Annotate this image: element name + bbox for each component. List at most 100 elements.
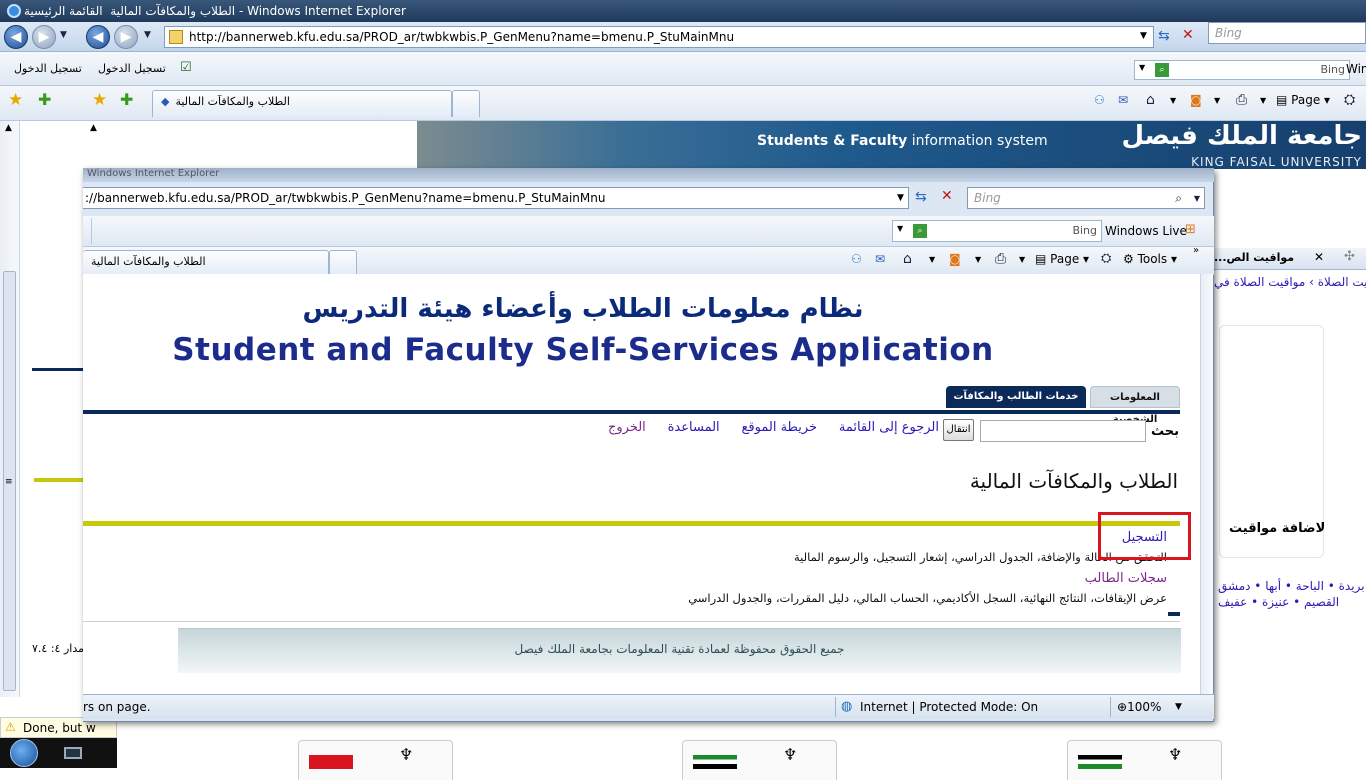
- right-tab-title[interactable]: ...مواقيت الص: [1214, 251, 1294, 264]
- inner-address-bar[interactable]: ://bannerweb.kfu.edu.sa/PROD_ar/twbkwbis…: [83, 187, 909, 209]
- zoom-control[interactable]: ⊕100%: [1117, 695, 1161, 719]
- menu-link-student-records[interactable]: سجلات الطالب: [1085, 571, 1167, 586]
- refresh-icon[interactable]: ⇆: [1158, 28, 1170, 44]
- live-search-box[interactable]: ▼ ⌕ Bing: [1134, 60, 1350, 80]
- rss-icon[interactable]: ◙: [949, 252, 961, 266]
- menu-desc-registration: التحقق من الحالة والإضافة، الجدول الدراس…: [793, 550, 1167, 564]
- feeds-icon[interactable]: ⚇: [851, 252, 862, 266]
- close-tab-icon[interactable]: ✕: [1314, 250, 1324, 264]
- show-desktop-icon[interactable]: [64, 747, 82, 759]
- dropdown-icon[interactable]: ▼: [897, 224, 903, 233]
- rss-dropdown-icon[interactable]: ▼: [1214, 96, 1220, 105]
- history-dropdown-icon[interactable]: ▼: [60, 30, 67, 40]
- windows-live-label[interactable]: Windows Live: [1105, 224, 1187, 238]
- home-dropdown-icon[interactable]: ▼: [1170, 96, 1176, 105]
- home-icon[interactable]: ⌂: [1146, 92, 1155, 108]
- chevron-more-icon[interactable]: »: [1193, 245, 1199, 256]
- search-dropdown-icon[interactable]: ▼: [1194, 189, 1200, 209]
- back-icon[interactable]: ◀: [86, 25, 110, 49]
- pin-icon: ♆: [399, 745, 414, 764]
- city-link[interactable]: القصيم: [1304, 595, 1339, 609]
- footer-text: جميع الحقوق محفوظة لعمادة تقنية المعلوما…: [514, 642, 845, 656]
- tab-personal-info[interactable]: المعلومات الشخصية: [1090, 386, 1180, 425]
- search-icon[interactable]: ⌕: [913, 224, 927, 238]
- inner-tab-active[interactable]: الطلاب والمكافآت المالية: [83, 250, 329, 275]
- zoom-dropdown-icon[interactable]: ▼: [1175, 695, 1182, 719]
- tab-student-services[interactable]: خدمات الطالب والمكافآت المالية: [946, 386, 1086, 424]
- flag-card[interactable]: ♆: [1067, 740, 1222, 780]
- forward-icon[interactable]: ▶: [32, 25, 56, 49]
- inner-live-search-box[interactable]: ▼ ⌕ Bing: [892, 220, 1102, 242]
- safety-icon[interactable]: ⛭: [1344, 92, 1355, 108]
- go-button[interactable]: انتقال: [943, 419, 974, 441]
- read-mail-icon[interactable]: ✉: [875, 252, 885, 266]
- city-link[interactable]: الباحة: [1296, 579, 1324, 593]
- outer-address-text: http://bannerweb.kfu.edu.sa/PROD_ar/twbk…: [189, 30, 735, 44]
- nav-link-help[interactable]: المساعدة: [668, 420, 720, 435]
- add-favorites-icon[interactable]: ✚: [120, 90, 133, 109]
- city-link[interactable]: أبها: [1265, 579, 1281, 593]
- flag-card[interactable]: ♆: [682, 740, 837, 780]
- city-link[interactable]: بريدة: [1339, 579, 1365, 593]
- forward-icon[interactable]: ▶: [114, 25, 138, 49]
- start-icon[interactable]: [10, 739, 38, 767]
- checkmark-icon[interactable]: ☑: [180, 60, 192, 75]
- favorites-star-icon[interactable]: ★: [92, 90, 107, 110]
- refresh-icon[interactable]: ⇆: [915, 189, 927, 205]
- print-dropdown-icon[interactable]: ▼: [1260, 96, 1266, 105]
- inner-vertical-scrollbar[interactable]: [1200, 274, 1213, 694]
- inner-tab-bar: الطلاب والمكافآت المالية ⚇ ✉ ⌂ ▼ ◙ ▼ ⎙ ▼…: [83, 245, 1214, 275]
- toolbar-separator: [91, 218, 92, 244]
- search-icon[interactable]: ⌕: [1155, 63, 1169, 77]
- outer-vertical-scrollbar[interactable]: ▲ ≡: [0, 121, 20, 697]
- page-title-arabic: نظام معلومات الطلاب وأعضاء هيئة التدريس: [302, 294, 864, 324]
- feeds-icon[interactable]: ⚇: [1094, 93, 1105, 107]
- outer-address-bar[interactable]: http://bannerweb.kfu.edu.sa/PROD_ar/twbk…: [164, 26, 1154, 48]
- favorites-star-icon[interactable]: ★: [8, 90, 23, 110]
- nav-link-back[interactable]: الرجوع إلى القائمة: [839, 420, 939, 435]
- scroll-up-icon[interactable]: ▲: [5, 123, 12, 133]
- rss-icon[interactable]: ◙: [1190, 93, 1202, 107]
- security-zone[interactable]: Internet | Protected Mode: On: [860, 695, 1038, 719]
- new-tab-icon[interactable]: ✣: [1344, 249, 1355, 264]
- safety-icon[interactable]: ⛭: [1101, 251, 1111, 266]
- new-tab-button[interactable]: [329, 250, 357, 275]
- city-link[interactable]: عفيف: [1218, 595, 1247, 609]
- page-menu[interactable]: ▤ Page ▾: [1035, 252, 1089, 266]
- flag-card[interactable]: ♆: [298, 740, 453, 780]
- read-mail-icon[interactable]: ✉: [1118, 93, 1128, 107]
- back-icon[interactable]: ◀: [4, 25, 28, 49]
- login-link[interactable]: تسجيل الدخول: [98, 62, 166, 75]
- nav-link-sitemap[interactable]: خريطة الموقع: [742, 420, 818, 435]
- home-icon[interactable]: ⌂: [903, 251, 912, 267]
- rss-dropdown-icon[interactable]: ▼: [975, 255, 981, 264]
- tools-menu[interactable]: ⚙ Tools ▾: [1123, 252, 1177, 266]
- add-favorites-icon[interactable]: ✚: [38, 90, 51, 109]
- stop-icon[interactable]: ✕: [941, 188, 953, 204]
- print-dropdown-icon[interactable]: ▼: [1019, 255, 1025, 264]
- login-link[interactable]: تسجيل الدخول: [14, 62, 82, 75]
- print-icon[interactable]: ⎙: [1236, 92, 1247, 108]
- print-icon[interactable]: ⎙: [995, 251, 1006, 267]
- page-menu[interactable]: ▤ Page ▾: [1276, 93, 1330, 107]
- search-input[interactable]: [980, 420, 1146, 442]
- scroll-up-icon[interactable]: ▲: [90, 123, 97, 133]
- right-breadcrumb[interactable]: مواقيت الصلاة › مواقيت الصلاة في: [1214, 275, 1366, 289]
- address-dropdown-icon[interactable]: ▼: [897, 193, 904, 203]
- city-link[interactable]: دمشق: [1218, 579, 1250, 593]
- history-dropdown-icon[interactable]: ▼: [144, 30, 151, 40]
- city-link[interactable]: عنيزة: [1262, 595, 1289, 609]
- outer-search-input[interactable]: Bing: [1208, 22, 1366, 44]
- inner-search-input[interactable]: Bing ⌕ ▼: [967, 187, 1205, 209]
- new-tab-button[interactable]: [452, 90, 480, 117]
- search-label: بحث: [1151, 424, 1180, 439]
- dropdown-icon[interactable]: ▼: [1139, 63, 1145, 72]
- search-icon[interactable]: ⌕: [1175, 188, 1182, 208]
- nav-link-logout[interactable]: الخروج: [608, 420, 646, 435]
- stop-icon[interactable]: ✕: [1182, 27, 1194, 43]
- outer-tab-active[interactable]: ◆ الطلاب والمكافآت المالية: [152, 90, 452, 117]
- windows-live-label[interactable]: Win: [1346, 62, 1366, 76]
- address-dropdown-icon[interactable]: ▼: [1140, 31, 1147, 41]
- home-dropdown-icon[interactable]: ▼: [929, 255, 935, 264]
- page-title-english: Student and Faculty Self-Services Applic…: [172, 332, 994, 368]
